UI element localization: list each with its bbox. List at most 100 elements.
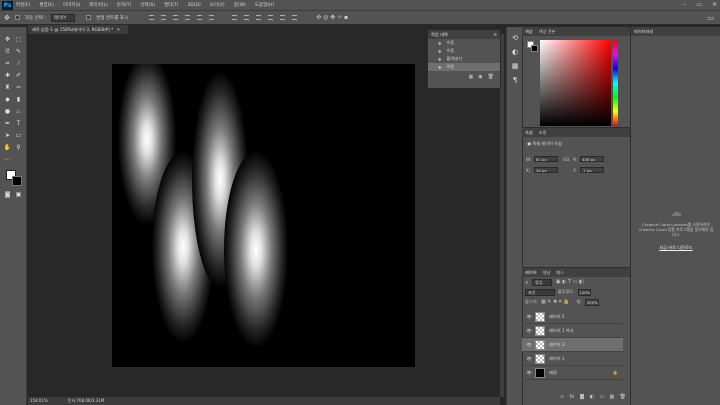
distribute-vcenter-icon[interactable] <box>244 15 250 20</box>
tab-libraries[interactable]: 라이브러리 <box>634 29 653 35</box>
document-tab[interactable]: 제목 없음-1 @ 158%(레이어 3, RGB/8#) * ✕ <box>28 25 128 34</box>
workspace-icon[interactable]: ▭ <box>707 14 714 22</box>
visibility-eye-icon[interactable]: 👁 <box>525 356 533 361</box>
snapshot-icon[interactable]: ◉ <box>478 74 482 80</box>
eyedropper-tool-icon[interactable]: ⁄ <box>14 59 23 68</box>
menu-view[interactable]: 보기(V) <box>210 2 225 8</box>
menu-window[interactable]: 창(W) <box>234 2 246 8</box>
align-right-icon[interactable] <box>209 15 215 20</box>
fill-field[interactable]: 100% <box>584 298 599 306</box>
lasso-tool-icon[interactable]: ᘓ <box>3 47 12 56</box>
adjustment-layer-icon[interactable]: ◐ <box>590 394 594 403</box>
transform-controls-checkbox[interactable] <box>86 15 92 20</box>
trash-icon[interactable]: 🗑 <box>488 74 494 80</box>
tab-history[interactable]: 작업 내역 <box>431 32 448 38</box>
gradient-tool-icon[interactable]: ▮ <box>14 95 23 104</box>
color-panel-icon[interactable]: ◐ <box>510 47 520 57</box>
shape-tool-icon[interactable]: ▭ <box>14 131 23 140</box>
brush-tool-icon[interactable]: ✐ <box>14 71 23 80</box>
menu-filter[interactable]: 필터(T) <box>164 2 179 8</box>
distribute-top-icon[interactable] <box>232 15 238 20</box>
menu-type[interactable]: 문자(Y) <box>117 2 132 8</box>
history-item[interactable]: ✥ 이동 <box>428 39 500 47</box>
history-item[interactable]: ✥ 이동 <box>428 47 500 55</box>
path-selection-tool-icon[interactable]: ➤ <box>3 131 12 140</box>
close-button[interactable]: ✕ <box>712 1 717 8</box>
layer-row[interactable]: 👁 레이어 3 <box>522 338 623 352</box>
tab-channels[interactable]: 채널 <box>543 270 551 276</box>
tab-swatches[interactable]: 색상 견본 <box>539 29 556 35</box>
blur-tool-icon[interactable]: ● <box>3 107 12 116</box>
history-item[interactable]: ✥ 붙여넣기 <box>428 55 500 63</box>
marquee-tool-icon[interactable]: ⬚ <box>14 35 23 44</box>
clone-stamp-tool-icon[interactable]: ♜ <box>3 83 12 92</box>
zoom-level[interactable]: 158.01% <box>30 397 48 405</box>
lock-icons[interactable]: ▦ ✎ ✥ ⌗ 🔒 <box>541 299 570 305</box>
3d-mode-icon[interactable]: ✣ ◎ ✥ ✧ ▪ <box>316 14 348 21</box>
group-icon[interactable]: ▭ <box>599 394 604 403</box>
add-mask-icon[interactable]: ◙ <box>580 394 585 403</box>
color-picker-field[interactable] <box>540 40 611 126</box>
tab-adjustments[interactable]: 조정 <box>539 130 547 136</box>
width-field[interactable]: 81 px <box>534 156 558 162</box>
move-tool-icon[interactable]: ✥ <box>3 35 12 44</box>
menu-3d[interactable]: 3D(D) <box>188 3 201 8</box>
quick-mask-icon[interactable]: ◙ <box>3 190 12 199</box>
hue-slider[interactable] <box>613 40 618 126</box>
history-panel-icon[interactable]: ⟲ <box>510 33 520 43</box>
menu-file[interactable]: 파일(F) <box>16 2 30 8</box>
background-color-swatch[interactable] <box>12 176 22 186</box>
layer-row[interactable]: 👁 레이어 1 복사 <box>522 324 623 338</box>
minimize-button[interactable]: – <box>683 1 686 8</box>
panel-menu-icon[interactable]: ≡ <box>493 32 497 37</box>
layer-row[interactable]: 👁 레이어 1 <box>522 352 623 366</box>
filter-icons[interactable]: ▣ ◐ T ▭ ◧ <box>556 279 584 285</box>
swatches-panel-icon[interactable]: ▦ <box>510 61 520 71</box>
visibility-eye-icon[interactable]: 👁 <box>525 342 533 347</box>
quick-select-tool-icon[interactable]: ✎ <box>14 47 23 56</box>
link-dimensions-icon[interactable]: GO <box>563 157 569 162</box>
distribute-hcenter-icon[interactable] <box>280 15 286 20</box>
more-tools-icon[interactable]: ⋯ <box>3 155 12 164</box>
layer-row[interactable]: 👁 레이어 2 <box>522 310 623 324</box>
layer-row[interactable]: 👁 배경 🔒 <box>522 366 623 380</box>
new-document-icon[interactable]: ▦ <box>469 74 474 80</box>
tab-color[interactable]: 색상 <box>525 29 533 35</box>
download-link[interactable]: 지금 바로 다운로드 <box>637 245 715 251</box>
menu-select[interactable]: 선택(S) <box>140 2 155 8</box>
screen-mode-icon[interactable]: ▣ <box>14 190 23 199</box>
layer-style-icon[interactable]: fx <box>570 394 575 403</box>
crop-tool-icon[interactable]: ⌗ <box>3 59 12 68</box>
document-canvas[interactable] <box>112 64 415 367</box>
paragraph-panel-icon[interactable]: ¶ <box>510 75 520 85</box>
align-bottom-icon[interactable] <box>173 15 179 20</box>
move-tool-icon[interactable]: ✥ <box>4 14 10 22</box>
history-brush-tool-icon[interactable]: ✑ <box>14 83 23 92</box>
hand-tool-icon[interactable]: ✋ <box>3 143 12 152</box>
distribute-right-icon[interactable] <box>292 15 298 20</box>
x-field[interactable]: 34 px <box>534 167 558 173</box>
align-top-icon[interactable] <box>149 15 155 20</box>
document-close-icon[interactable]: ✕ <box>117 27 121 32</box>
menu-edit[interactable]: 편집(E) <box>39 2 54 8</box>
history-item[interactable]: ✥ 이동 <box>428 63 500 71</box>
tab-layers[interactable]: 레이어 <box>525 270 537 276</box>
y-field[interactable]: -7 px <box>580 167 604 173</box>
zoom-tool-icon[interactable]: ⚲ <box>14 143 23 152</box>
align-vcenter-icon[interactable] <box>161 15 167 20</box>
visibility-eye-icon[interactable]: 👁 <box>525 370 533 375</box>
auto-select-checkbox[interactable] <box>14 15 20 20</box>
dodge-tool-icon[interactable]: ♨ <box>14 107 23 116</box>
trash-icon[interactable]: 🗑 <box>620 394 626 403</box>
visibility-eye-icon[interactable]: 👁 <box>525 328 533 333</box>
pen-tool-icon[interactable]: ✒ <box>3 119 12 128</box>
opacity-field[interactable]: 100% <box>577 288 592 296</box>
healing-brush-tool-icon[interactable]: ✚ <box>3 71 12 80</box>
blend-mode-dropdown[interactable]: 표준 <box>525 288 555 296</box>
tab-paths[interactable]: 패스 <box>556 270 564 276</box>
background-color-chip[interactable] <box>531 45 538 52</box>
distribute-left-icon[interactable] <box>268 15 274 20</box>
layer-kind-dropdown[interactable]: 종류 <box>532 278 552 286</box>
link-layers-icon[interactable]: ∞ <box>560 394 564 403</box>
visibility-eye-icon[interactable]: 👁 <box>525 314 533 319</box>
